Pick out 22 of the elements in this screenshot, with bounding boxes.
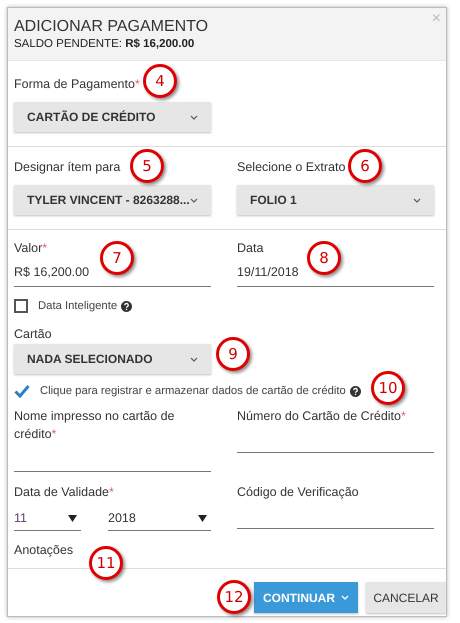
dropdown[interactable]: CARTÃO DE CRÉDITO: [14, 102, 211, 132]
dropdown[interactable]: FOLIO 1: [237, 185, 434, 215]
month-dropdown[interactable]: 11: [14, 500, 81, 531]
field-label: Cartão: [14, 326, 52, 342]
dropdown[interactable]: NADA SELECIONADO: [14, 344, 211, 374]
field-label: Selecione o Extrato: [237, 159, 346, 175]
field-label: Forma de Pagamento*: [14, 76, 140, 92]
field-label: Código de Verificação: [237, 484, 359, 500]
field-label: Nome impresso no cartão de crédito*: [14, 408, 176, 443]
cancel-button[interactable]: CANCELAR: [366, 582, 446, 613]
field-label: Data: [237, 240, 264, 256]
field-label: Anotações: [14, 542, 74, 558]
dropdown[interactable]: TYLER VINCENT - 8263288...: [14, 185, 211, 215]
pending-balance: SALDO PENDENTE: R$ 16,200.00: [14, 37, 194, 52]
year-dropdown[interactable]: 2018: [108, 500, 211, 531]
field-label: Valor*: [14, 240, 48, 256]
field-label: Número do Cartão de Crédito*: [237, 408, 406, 424]
checkbox-label: Clique para registrar e armazenar dados de cartão de crédito: [40, 385, 346, 397]
dialog-title: ADICIONAR PAGAMENTO: [14, 17, 208, 37]
field-label: Data de Validade*: [14, 484, 114, 500]
checkbox-label: Data Inteligente: [38, 300, 118, 312]
field-label: Designar ítem para: [14, 159, 120, 175]
